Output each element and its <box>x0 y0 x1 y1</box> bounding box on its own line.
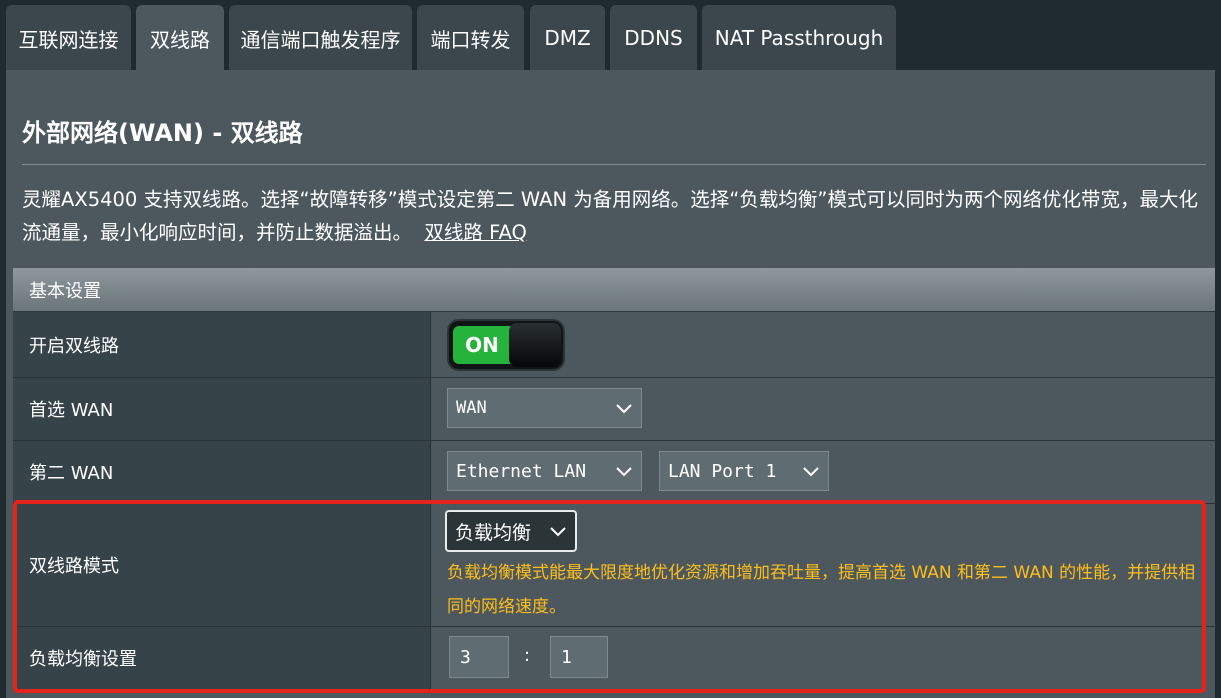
secondary-wan-port-select[interactable]: LAN Port 1 <box>659 451 829 491</box>
dual-wan-mode-select[interactable]: 负载均衡 <box>445 510 577 552</box>
primary-wan-selected: WAN <box>456 398 487 418</box>
secondary-wan-value: Ethernet LAN LAN Port 1 <box>431 441 1215 503</box>
tab-port-trigger[interactable]: 通信端口触发程序 <box>229 5 412 71</box>
tab-internet-connection[interactable]: 互联网连接 <box>6 5 131 71</box>
chevron-down-icon <box>803 467 819 477</box>
primary-wan-row: 首选 WAN WAN <box>13 378 1215 441</box>
enable-dual-wan-label: 开启双线路 <box>13 312 431 377</box>
main-panel: 外部网络(WAN) - 双线路 灵耀AX5400 支持双线路。选择“故障转移”模… <box>6 70 1215 698</box>
dual-wan-mode-label: 双线路模式 <box>13 504 431 626</box>
tab-bar: 互联网连接 双线路 通信端口触发程序 端口转发 DMZ DDNS NAT Pas… <box>0 0 1221 71</box>
secondary-wan-type-select[interactable]: Ethernet LAN <box>447 451 642 491</box>
tab-dual-wan[interactable]: 双线路 <box>136 5 224 71</box>
tab-label: DMZ <box>544 26 591 50</box>
section-header: 基本设置 <box>13 268 1215 312</box>
tab-label: 双线路 <box>150 27 210 52</box>
enable-dual-wan-value: ON <box>431 312 1215 377</box>
tab-label: 端口转发 <box>430 27 511 52</box>
settings-table: 基本设置 开启双线路 ON 首选 WAN WAN 第二 WAN Ethernet… <box>13 268 1215 689</box>
tab-ddns[interactable]: DDNS <box>610 5 697 71</box>
tab-label: DDNS <box>624 26 683 50</box>
load-balance-value: 3 : 1 <box>431 627 1215 689</box>
tab-label: 通信端口触发程序 <box>240 27 401 52</box>
secondary-wan-port-selected: LAN Port 1 <box>668 460 777 482</box>
secondary-wan-label: 第二 WAN <box>13 441 431 503</box>
primary-wan-value: WAN <box>431 378 1215 440</box>
section-header-label: 基本设置 <box>29 280 101 302</box>
chevron-down-icon <box>616 467 632 477</box>
description-text: 灵耀AX5400 支持双线路。选择“故障转移”模式设定第二 WAN 为备用网络。… <box>22 188 1198 244</box>
toggle-on-label: ON <box>453 326 511 364</box>
faq-link[interactable]: 双线路 FAQ <box>424 221 526 244</box>
chevron-down-icon <box>616 404 632 414</box>
toggle-knob <box>509 323 561 367</box>
dual-wan-mode-value: 负载均衡 负载均衡模式能最大限度地优化资源和增加吞吐量，提高首选 WAN 和第二… <box>431 504 1215 626</box>
primary-wan-label: 首选 WAN <box>13 378 431 440</box>
page-description: 灵耀AX5400 支持双线路。选择“故障转移”模式设定第二 WAN 为备用网络。… <box>22 183 1212 249</box>
secondary-wan-type-selected: Ethernet LAN <box>456 460 587 482</box>
primary-ratio-input[interactable]: 3 <box>449 636 509 678</box>
tab-label: 互联网连接 <box>18 27 119 52</box>
enable-dual-wan-row: 开启双线路 ON <box>13 312 1215 378</box>
load-balance-row: 负载均衡设置 3 : 1 <box>13 627 1215 689</box>
tab-nat-passthrough[interactable]: NAT Passthrough <box>702 5 896 71</box>
dual-wan-mode-row: 双线路模式 负载均衡 负载均衡模式能最大限度地优化资源和增加吞吐量，提高首选 W… <box>13 504 1215 627</box>
primary-ratio-value: 3 <box>460 646 471 668</box>
title-divider <box>22 164 1206 165</box>
tab-port-forwarding[interactable]: 端口转发 <box>417 5 524 71</box>
secondary-ratio-value: 1 <box>561 646 572 668</box>
secondary-ratio-input[interactable]: 1 <box>550 636 608 678</box>
dual-wan-mode-selected: 负载均衡 <box>455 521 532 544</box>
dual-wan-toggle[interactable]: ON <box>449 321 563 369</box>
load-balance-label: 负载均衡设置 <box>13 627 431 689</box>
chevron-down-icon <box>550 527 566 537</box>
load-balance-hint: 负载均衡模式能最大限度地优化资源和增加吞吐量，提高首选 WAN 和第二 WAN … <box>447 563 1196 617</box>
page-title: 外部网络(WAN) - 双线路 <box>22 119 303 147</box>
tab-label: NAT Passthrough <box>714 26 884 50</box>
tab-dmz[interactable]: DMZ <box>530 5 605 71</box>
ratio-separator: : <box>524 645 531 666</box>
primary-wan-select[interactable]: WAN <box>447 388 642 428</box>
secondary-wan-row: 第二 WAN Ethernet LAN LAN Port 1 <box>13 441 1215 504</box>
